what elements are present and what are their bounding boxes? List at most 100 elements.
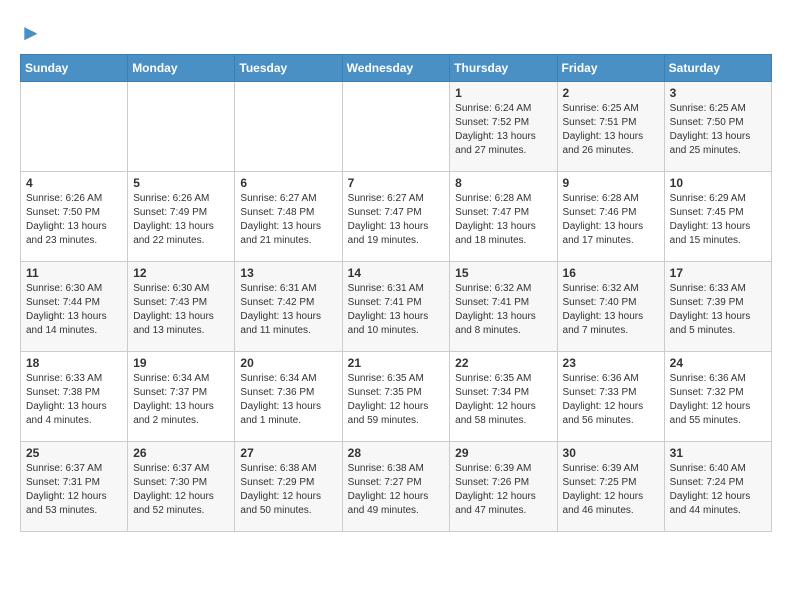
day-number: 1 bbox=[455, 86, 551, 100]
day-number: 17 bbox=[670, 266, 766, 280]
day-number: 26 bbox=[133, 446, 229, 460]
day-info: Sunrise: 6:38 AM Sunset: 7:29 PM Dayligh… bbox=[240, 462, 336, 518]
day-cell: 6 Sunrise: 6:27 AM Sunset: 7:48 PM Daylig… bbox=[235, 172, 342, 262]
day-number: 21 bbox=[348, 356, 445, 370]
calendar-header-row: SundayMondayTuesdayWednesdayThursdayFrid… bbox=[21, 55, 772, 82]
day-cell: 18Sunrise: 6:33 AM Sunset: 7:38 PM Dayli… bbox=[21, 352, 128, 442]
week-row-3: 18Sunrise: 6:33 AM Sunset: 7:38 PM Dayli… bbox=[21, 352, 772, 442]
day-cell: 23 Sunrise: 6:36 AM Sunset: 7:33 PM Dayli… bbox=[557, 352, 664, 442]
day-cell: 1 Sunrise: 6:24 AM Sunset: 7:52 PM Daylig… bbox=[450, 82, 557, 172]
day-cell: 4Sunrise: 6:26 AM Sunset: 7:50 PM Daylig… bbox=[21, 172, 128, 262]
day-info: Sunrise: 6:30 AM Sunset: 7:44 PM Dayligh… bbox=[26, 282, 122, 338]
day-cell: 30 Sunrise: 6:39 AM Sunset: 7:25 PM Dayli… bbox=[557, 442, 664, 532]
day-info: Sunrise: 6:26 AM Sunset: 7:50 PM Dayligh… bbox=[26, 192, 122, 248]
day-cell: 31 Sunrise: 6:40 AM Sunset: 7:24 PM Dayli… bbox=[664, 442, 771, 532]
logo: ► bbox=[20, 20, 42, 46]
day-number: 25 bbox=[26, 446, 122, 460]
day-number: 20 bbox=[240, 356, 336, 370]
day-cell: 28 Sunrise: 6:38 AM Sunset: 7:27 PM Dayli… bbox=[342, 442, 450, 532]
calendar-body: 1 Sunrise: 6:24 AM Sunset: 7:52 PM Daylig… bbox=[21, 82, 772, 532]
day-info: Sunrise: 6:35 AM Sunset: 7:34 PM Dayligh… bbox=[455, 372, 551, 428]
day-number: 23 bbox=[563, 356, 659, 370]
week-row-0: 1 Sunrise: 6:24 AM Sunset: 7:52 PM Daylig… bbox=[21, 82, 772, 172]
day-cell: 9Sunrise: 6:28 AM Sunset: 7:46 PM Daylig… bbox=[557, 172, 664, 262]
day-cell: 12 Sunrise: 6:30 AM Sunset: 7:43 PM Dayli… bbox=[128, 262, 235, 352]
logo-bird-icon: ► bbox=[20, 20, 42, 46]
day-info: Sunrise: 6:34 AM Sunset: 7:37 PM Dayligh… bbox=[133, 372, 229, 428]
day-info: Sunrise: 6:38 AM Sunset: 7:27 PM Dayligh… bbox=[348, 462, 445, 518]
week-row-4: 25 Sunrise: 6:37 AM Sunset: 7:31 PM Dayli… bbox=[21, 442, 772, 532]
header-cell-sunday: Sunday bbox=[21, 55, 128, 82]
header-cell-friday: Friday bbox=[557, 55, 664, 82]
day-cell bbox=[21, 82, 128, 172]
day-info: Sunrise: 6:39 AM Sunset: 7:26 PM Dayligh… bbox=[455, 462, 551, 518]
day-info: Sunrise: 6:32 AM Sunset: 7:40 PM Dayligh… bbox=[563, 282, 659, 338]
day-number: 2 bbox=[563, 86, 659, 100]
header-cell-wednesday: Wednesday bbox=[342, 55, 450, 82]
day-cell: 7 Sunrise: 6:27 AM Sunset: 7:47 PM Daylig… bbox=[342, 172, 450, 262]
day-info: Sunrise: 6:32 AM Sunset: 7:41 PM Dayligh… bbox=[455, 282, 551, 338]
day-number: 8 bbox=[455, 176, 551, 190]
day-cell: 22Sunrise: 6:35 AM Sunset: 7:34 PM Dayli… bbox=[450, 352, 557, 442]
day-cell: 24Sunrise: 6:36 AM Sunset: 7:32 PM Dayli… bbox=[664, 352, 771, 442]
day-number: 5 bbox=[133, 176, 229, 190]
day-info: Sunrise: 6:34 AM Sunset: 7:36 PM Dayligh… bbox=[240, 372, 336, 428]
day-number: 29 bbox=[455, 446, 551, 460]
day-cell: 20 Sunrise: 6:34 AM Sunset: 7:36 PM Dayli… bbox=[235, 352, 342, 442]
day-info: Sunrise: 6:40 AM Sunset: 7:24 PM Dayligh… bbox=[670, 462, 766, 518]
day-cell: 29 Sunrise: 6:39 AM Sunset: 7:26 PM Dayli… bbox=[450, 442, 557, 532]
day-info: Sunrise: 6:26 AM Sunset: 7:49 PM Dayligh… bbox=[133, 192, 229, 248]
day-cell bbox=[342, 82, 450, 172]
calendar-table: SundayMondayTuesdayWednesdayThursdayFrid… bbox=[20, 54, 772, 532]
day-number: 28 bbox=[348, 446, 445, 460]
day-number: 3 bbox=[670, 86, 766, 100]
day-info: Sunrise: 6:37 AM Sunset: 7:31 PM Dayligh… bbox=[26, 462, 122, 518]
day-info: Sunrise: 6:28 AM Sunset: 7:46 PM Dayligh… bbox=[563, 192, 659, 248]
day-info: Sunrise: 6:39 AM Sunset: 7:25 PM Dayligh… bbox=[563, 462, 659, 518]
day-cell: 8Sunrise: 6:28 AM Sunset: 7:47 PM Daylig… bbox=[450, 172, 557, 262]
day-info: Sunrise: 6:24 AM Sunset: 7:52 PM Dayligh… bbox=[455, 102, 551, 158]
day-info: Sunrise: 6:31 AM Sunset: 7:41 PM Dayligh… bbox=[348, 282, 445, 338]
day-cell: 19 Sunrise: 6:34 AM Sunset: 7:37 PM Dayli… bbox=[128, 352, 235, 442]
day-cell: 3Sunrise: 6:25 AM Sunset: 7:50 PM Daylig… bbox=[664, 82, 771, 172]
day-info: Sunrise: 6:27 AM Sunset: 7:48 PM Dayligh… bbox=[240, 192, 336, 248]
day-number: 16 bbox=[563, 266, 659, 280]
day-cell: 21 Sunrise: 6:35 AM Sunset: 7:35 PM Dayli… bbox=[342, 352, 450, 442]
day-info: Sunrise: 6:36 AM Sunset: 7:33 PM Dayligh… bbox=[563, 372, 659, 428]
day-cell: 2 Sunrise: 6:25 AM Sunset: 7:51 PM Daylig… bbox=[557, 82, 664, 172]
day-number: 11 bbox=[26, 266, 122, 280]
day-number: 30 bbox=[563, 446, 659, 460]
day-number: 15 bbox=[455, 266, 551, 280]
day-number: 24 bbox=[670, 356, 766, 370]
day-cell: 11 Sunrise: 6:30 AM Sunset: 7:44 PM Dayli… bbox=[21, 262, 128, 352]
header-cell-saturday: Saturday bbox=[664, 55, 771, 82]
day-cell bbox=[128, 82, 235, 172]
day-info: Sunrise: 6:27 AM Sunset: 7:47 PM Dayligh… bbox=[348, 192, 445, 248]
day-cell: 25 Sunrise: 6:37 AM Sunset: 7:31 PM Dayli… bbox=[21, 442, 128, 532]
day-info: Sunrise: 6:30 AM Sunset: 7:43 PM Dayligh… bbox=[133, 282, 229, 338]
day-info: Sunrise: 6:29 AM Sunset: 7:45 PM Dayligh… bbox=[670, 192, 766, 248]
day-cell: 5 Sunrise: 6:26 AM Sunset: 7:49 PM Daylig… bbox=[128, 172, 235, 262]
day-info: Sunrise: 6:33 AM Sunset: 7:39 PM Dayligh… bbox=[670, 282, 766, 338]
day-number: 6 bbox=[240, 176, 336, 190]
day-number: 19 bbox=[133, 356, 229, 370]
day-number: 27 bbox=[240, 446, 336, 460]
day-info: Sunrise: 6:25 AM Sunset: 7:51 PM Dayligh… bbox=[563, 102, 659, 158]
day-cell bbox=[235, 82, 342, 172]
header-cell-thursday: Thursday bbox=[450, 55, 557, 82]
day-number: 31 bbox=[670, 446, 766, 460]
day-cell: 17 Sunrise: 6:33 AM Sunset: 7:39 PM Dayli… bbox=[664, 262, 771, 352]
header-cell-monday: Monday bbox=[128, 55, 235, 82]
day-cell: 10Sunrise: 6:29 AM Sunset: 7:45 PM Dayli… bbox=[664, 172, 771, 262]
day-number: 12 bbox=[133, 266, 229, 280]
week-row-1: 4Sunrise: 6:26 AM Sunset: 7:50 PM Daylig… bbox=[21, 172, 772, 262]
day-number: 7 bbox=[348, 176, 445, 190]
day-cell: 13 Sunrise: 6:31 AM Sunset: 7:42 PM Dayli… bbox=[235, 262, 342, 352]
day-number: 13 bbox=[240, 266, 336, 280]
day-info: Sunrise: 6:31 AM Sunset: 7:42 PM Dayligh… bbox=[240, 282, 336, 338]
day-number: 18 bbox=[26, 356, 122, 370]
day-info: Sunrise: 6:35 AM Sunset: 7:35 PM Dayligh… bbox=[348, 372, 445, 428]
day-number: 14 bbox=[348, 266, 445, 280]
header: ► bbox=[20, 20, 772, 46]
day-cell: 15 Sunrise: 6:32 AM Sunset: 7:41 PM Dayli… bbox=[450, 262, 557, 352]
